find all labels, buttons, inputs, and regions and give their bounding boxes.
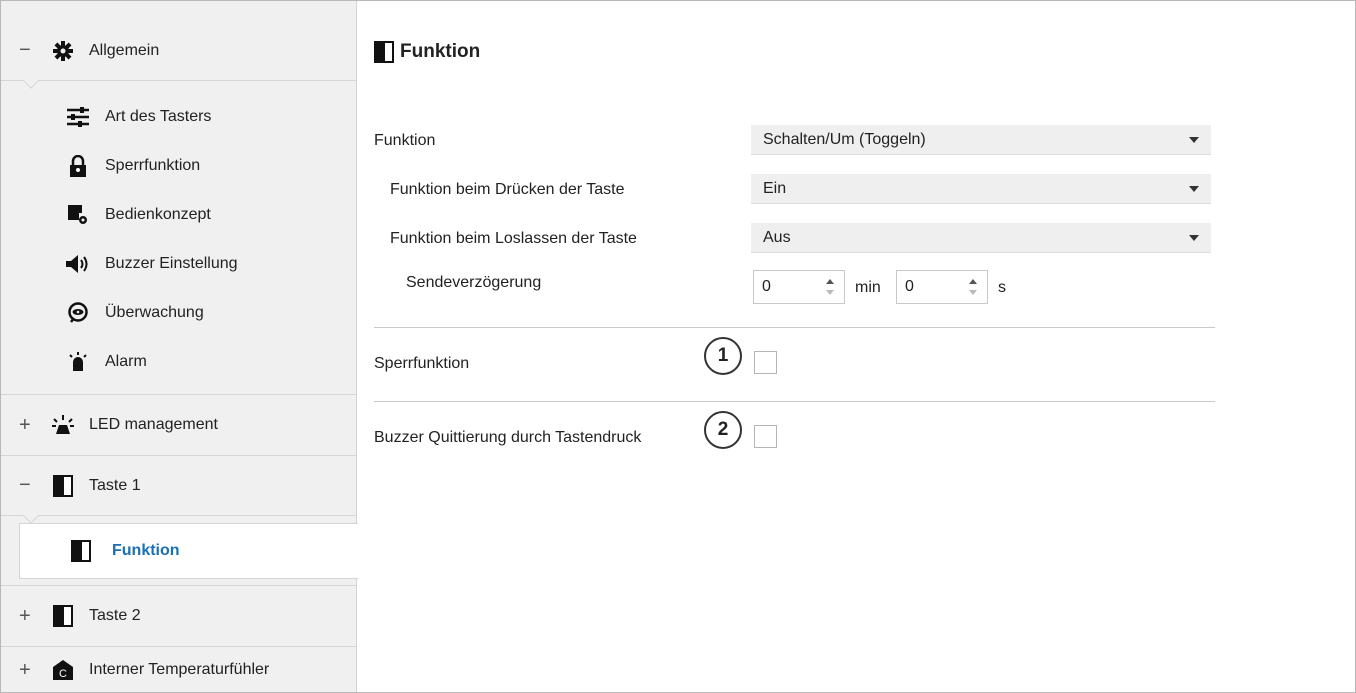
speaker-icon — [65, 252, 91, 276]
unit-label: s — [998, 279, 1006, 296]
sidebar-group-taste-1[interactable]: − Taste 1 — [1, 456, 357, 516]
sidebar-item-label: Buzzer Einstellung — [105, 255, 238, 272]
callout-marker: 2 — [704, 411, 742, 449]
led-icon — [49, 413, 77, 437]
sendeverzoegerung-min-stepper[interactable]: 0 — [753, 270, 845, 304]
callout-marker: 1 — [704, 337, 742, 375]
stepper-down-icon[interactable] — [969, 290, 977, 295]
param-label-loslassen: Funktion beim Loslassen der Taste — [390, 230, 637, 247]
sidebar-item-alarm[interactable]: Alarm — [1, 338, 357, 386]
param-label-funktion: Funktion — [374, 132, 436, 149]
page-title-label: Funktion — [400, 41, 481, 62]
select-value: Schalten/Um (Toggeln) — [763, 130, 926, 148]
funktion-loslassen-select[interactable]: Aus — [751, 223, 1211, 253]
divider — [374, 327, 1215, 328]
divider — [374, 401, 1215, 402]
sidebar-group-label: Taste 1 — [89, 476, 141, 494]
sidebar: − Allgemein Art des Tasters Sperrfunktio… — [1, 1, 358, 693]
funktion-select[interactable]: Schalten/Um (Toggeln) — [751, 125, 1211, 155]
temperature-sensor-icon: C — [49, 658, 77, 682]
sidebar-item-buzzer-einstellung[interactable]: Buzzer Einstellung — [1, 240, 357, 288]
svg-text:C: C — [59, 668, 67, 680]
expand-toggle[interactable]: + — [19, 414, 49, 437]
parameter-panel: Funktion Funktion Schalten/Um (Toggeln) … — [358, 1, 1355, 692]
page-title: Funktion — [374, 41, 480, 63]
sidebar-item-sperrfunktion[interactable]: Sperrfunktion — [1, 142, 357, 190]
sidebar-item-funktion-active[interactable]: Funktion — [19, 523, 358, 579]
sidebar-item-label: Alarm — [105, 353, 147, 370]
button-icon — [49, 604, 77, 628]
button-icon — [68, 540, 94, 562]
button-icon — [49, 474, 77, 498]
stepper-up-icon[interactable] — [826, 279, 834, 284]
alarm-icon — [65, 350, 91, 374]
chevron-down-icon — [1189, 136, 1199, 143]
sliders-icon — [65, 105, 91, 129]
param-label-sperrfunktion: Sperrfunktion — [374, 355, 470, 372]
sidebar-group-led-management[interactable]: + LED management — [1, 394, 357, 456]
stepper-up-icon[interactable] — [969, 279, 977, 284]
param-label-buzzer-quittierung: Buzzer Quittierung durch Tastendruck — [374, 429, 642, 446]
sidebar-item-label: Sperrfunktion — [105, 157, 201, 174]
button-icon — [374, 41, 394, 63]
sidebar-group-interner-temperaturfuehler[interactable]: + C Interner Temperaturfühler — [1, 647, 357, 693]
buzzer-quittierung-checkbox[interactable] — [754, 425, 777, 448]
sidebar-group-label: LED management — [89, 416, 218, 433]
sperrfunktion-checkbox[interactable] — [754, 351, 777, 374]
chevron-down-icon — [1189, 234, 1199, 241]
operation-concept-icon — [65, 203, 91, 227]
sidebar-group-allgemein[interactable]: − Allgemein — [1, 21, 357, 81]
collapse-toggle[interactable]: − — [19, 39, 49, 62]
sidebar-group-label: Taste 2 — [89, 607, 141, 624]
sendeverzoegerung-sec-stepper[interactable]: 0 — [896, 270, 988, 304]
sidebar-item-bedienkonzept[interactable]: Bedienkonzept — [1, 191, 357, 239]
stepper-value: 0 — [905, 278, 914, 295]
sidebar-item-art-des-tasters[interactable]: Art des Tasters — [1, 93, 357, 141]
sidebar-group-taste-2[interactable]: + Taste 2 — [1, 585, 357, 647]
funktion-druecken-select[interactable]: Ein — [751, 174, 1211, 204]
select-value: Aus — [763, 228, 791, 246]
param-label-druecken: Funktion beim Drücken der Taste — [390, 181, 625, 198]
stepper-value: 0 — [762, 278, 771, 295]
chevron-down-icon — [1189, 185, 1199, 192]
stepper-down-icon[interactable] — [826, 290, 834, 295]
sidebar-item-ueberwachung[interactable]: Überwachung — [1, 289, 357, 337]
unit-label: min — [855, 279, 881, 296]
eye-icon — [65, 301, 91, 325]
notch-indicator — [23, 80, 39, 89]
sidebar-item-label: Funktion — [112, 542, 180, 559]
expand-toggle[interactable]: + — [19, 605, 49, 628]
select-value: Ein — [763, 179, 787, 197]
sidebar-item-label: Überwachung — [105, 304, 204, 321]
sidebar-item-label: Bedienkonzept — [105, 206, 211, 223]
lock-icon — [65, 154, 91, 178]
gear-icon — [49, 39, 77, 63]
expand-toggle[interactable]: + — [19, 659, 49, 682]
sidebar-group-label: Allgemein — [89, 41, 160, 59]
sidebar-group-label: Interner Temperaturfühler — [89, 661, 270, 678]
param-label-sendeverzoegerung: Sendeverzögerung — [406, 274, 542, 291]
collapse-toggle[interactable]: − — [19, 474, 49, 497]
sidebar-item-label: Art des Tasters — [105, 108, 212, 125]
